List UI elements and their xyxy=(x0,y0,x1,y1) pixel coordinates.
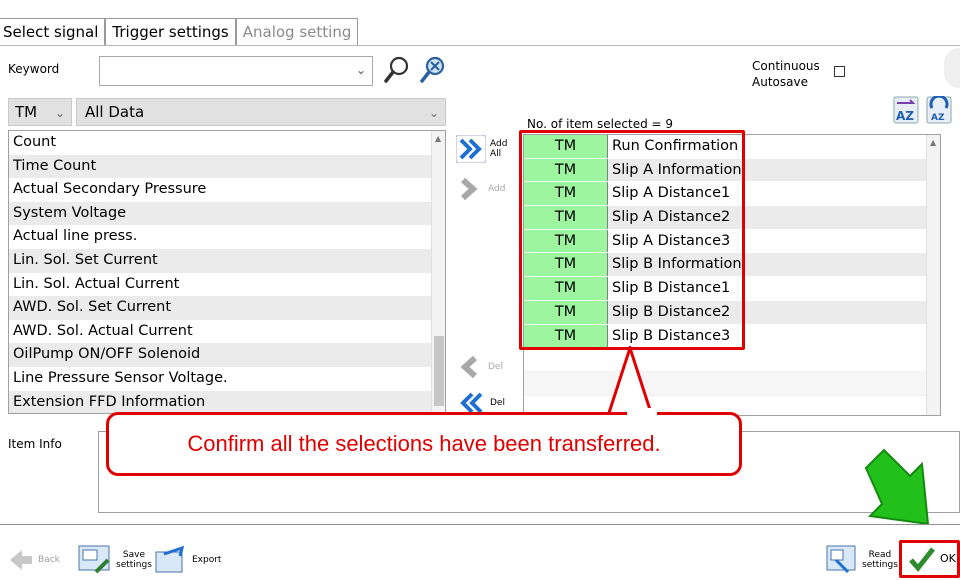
list-item[interactable]: OilPump ON/OFF Solenoid xyxy=(9,343,445,367)
back-arrow-icon xyxy=(10,550,32,570)
list-item[interactable]: Time Count xyxy=(9,154,445,179)
empty-row xyxy=(524,372,940,397)
clear-search-icon[interactable] xyxy=(418,55,448,85)
chevron-down-icon: ⌄ xyxy=(54,106,65,120)
tab-select-signal[interactable]: Select signal xyxy=(0,18,106,46)
tab-trigger-settings[interactable]: Trigger settings xyxy=(105,18,236,46)
read-settings-button[interactable]: Read settings xyxy=(826,544,898,576)
tab-strip: Select signal Trigger settings Analog se… xyxy=(0,16,359,46)
system-select[interactable]: TM ⌄ xyxy=(8,98,72,126)
add-button[interactable]: Add xyxy=(454,174,518,204)
list-item[interactable]: Extension FFD Information xyxy=(9,390,445,413)
keyword-label: Keyword xyxy=(8,62,60,76)
svg-text:AZ: AZ xyxy=(931,113,945,123)
selection-highlight-box xyxy=(519,130,745,350)
list-item[interactable]: AWD. Sol. Actual Current xyxy=(9,320,445,344)
footer-divider xyxy=(0,524,960,525)
chevron-down-icon: ⌄ xyxy=(428,106,439,120)
items-selected-count: No. of item selected = 9 xyxy=(527,117,674,131)
search-icon[interactable] xyxy=(382,55,412,85)
item-info-label: Item Info xyxy=(8,437,62,451)
back-button[interactable]: Back xyxy=(8,548,60,572)
chevron-right-icon xyxy=(460,177,478,201)
save-settings-button[interactable]: Save settings xyxy=(78,544,152,576)
export-button[interactable]: Export xyxy=(154,544,221,576)
continuous-autosave-label: Continuous Autosave xyxy=(752,59,820,89)
chevron-left-icon xyxy=(460,355,478,379)
category-select[interactable]: All Data ⌄ xyxy=(76,98,446,126)
list-item[interactable]: Actual Secondary Pressure xyxy=(9,178,445,202)
table-scrollbar[interactable]: ▲ xyxy=(926,135,940,415)
export-icon xyxy=(155,545,185,573)
sort-az-icon[interactable]: AZ xyxy=(893,96,919,124)
available-signal-list[interactable]: Count Time Count Actual Secondary Pressu… xyxy=(8,130,446,414)
keyword-input[interactable] xyxy=(104,58,344,84)
list-item[interactable]: Lin. Sol. Actual Current xyxy=(9,273,445,297)
empty-row xyxy=(524,348,940,373)
list-item[interactable]: Actual line press. xyxy=(9,225,445,249)
chevron-down-icon[interactable]: ⌄ xyxy=(356,63,366,77)
tab-analog-setting[interactable]: Analog setting xyxy=(235,18,359,46)
instruction-callout: Confirm all the selections have been tra… xyxy=(106,412,742,476)
list-item[interactable]: AWD. Sol. Set Current xyxy=(9,296,445,320)
save-settings-icon xyxy=(78,545,110,574)
arrow-down-right-icon xyxy=(864,448,930,526)
continuous-autosave-checkbox[interactable] xyxy=(834,66,845,77)
ok-button[interactable]: OK xyxy=(899,540,960,578)
list-item[interactable]: Count xyxy=(9,131,445,155)
add-all-button[interactable]: Add All xyxy=(454,134,518,164)
sort-reset-icon[interactable]: AZ xyxy=(926,94,952,124)
list-item[interactable]: Lin. Sol. Set Current xyxy=(9,248,445,273)
keyword-combobox[interactable]: ⌄ xyxy=(99,56,373,86)
read-settings-icon xyxy=(826,545,856,574)
checkmark-icon xyxy=(909,547,935,572)
help-icon[interactable] xyxy=(944,48,960,88)
callout-joint xyxy=(627,408,657,418)
list-scrollbar[interactable]: ▲ xyxy=(431,131,445,413)
list-item[interactable]: System Voltage xyxy=(9,201,445,226)
double-chevron-right-icon xyxy=(456,135,486,163)
list-item[interactable]: Line Pressure Sensor Voltage. xyxy=(9,367,445,391)
scrollbar-thumb[interactable] xyxy=(434,336,444,406)
tab-divider xyxy=(0,45,960,46)
del-button[interactable]: Del xyxy=(454,352,518,382)
svg-text:AZ: AZ xyxy=(896,109,914,123)
